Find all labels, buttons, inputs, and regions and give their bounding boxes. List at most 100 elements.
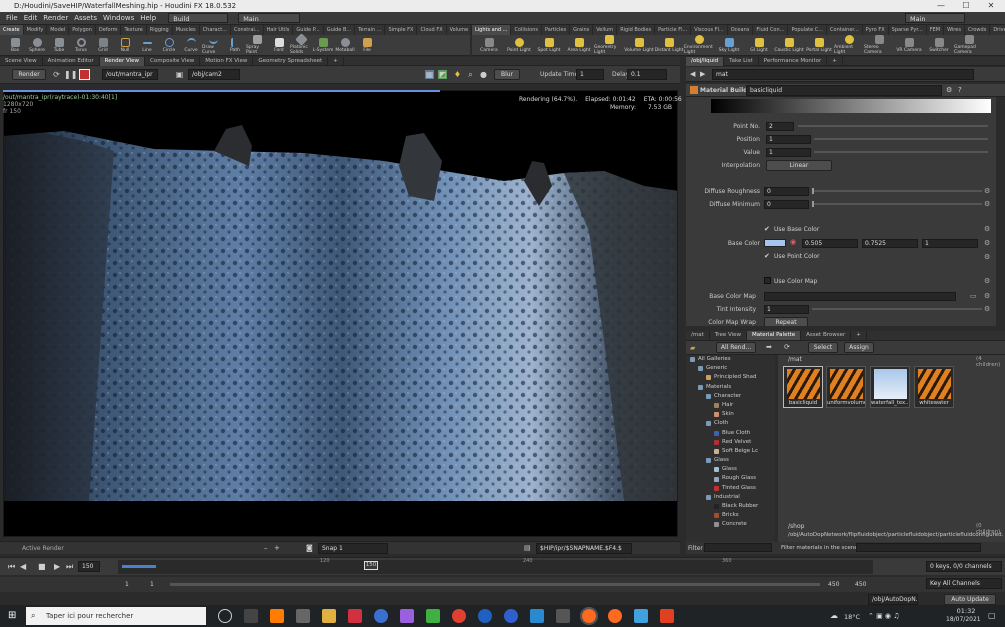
app-icon[interactable] bbox=[634, 609, 648, 623]
auto-update-button[interactable]: Auto Update bbox=[944, 594, 996, 605]
update-time-field[interactable]: 1 bbox=[576, 69, 604, 80]
gear-icon[interactable]: ⚙ bbox=[984, 200, 990, 208]
param-interpolation-dropdown[interactable]: Linear bbox=[766, 160, 832, 171]
shelf-tab[interactable]: Collisions bbox=[511, 25, 542, 35]
delay-field[interactable]: 0.1 bbox=[627, 69, 667, 80]
gear-icon[interactable]: ⚙ bbox=[984, 305, 990, 313]
zoom-icon[interactable]: ⌕ bbox=[466, 70, 475, 79]
shelf-tab[interactable]: Modify bbox=[24, 25, 48, 35]
shelf-tab[interactable]: Rigging bbox=[147, 25, 173, 35]
add-tab-button[interactable]: + bbox=[827, 56, 843, 66]
shelf-tab[interactable]: Terrain ... bbox=[355, 25, 386, 35]
arrow-right-icon[interactable]: ➡ bbox=[766, 343, 772, 351]
materials-filter-input[interactable] bbox=[856, 543, 981, 552]
tool-path[interactable]: Path bbox=[224, 37, 246, 53]
snap-field[interactable]: Snap 1 bbox=[318, 543, 388, 554]
shelf-tab[interactable]: Pyro FX bbox=[863, 25, 889, 35]
shelf-tab[interactable]: Populate C... bbox=[788, 25, 828, 35]
render-viewport[interactable] bbox=[3, 90, 678, 537]
gear-icon[interactable]: ⚙ bbox=[984, 253, 990, 261]
tree-item[interactable]: Soft Beige Lc bbox=[686, 447, 775, 456]
tool-volume-light[interactable]: Volume Light bbox=[624, 37, 654, 53]
shelf-tab[interactable]: FEM bbox=[927, 25, 945, 35]
add-tab-button[interactable]: + bbox=[328, 56, 344, 66]
param-diffuse-roughness[interactable]: 0 bbox=[764, 187, 809, 196]
shelf-tab[interactable]: Particles bbox=[542, 25, 571, 35]
shelf-tab[interactable]: Lights and ... bbox=[472, 25, 512, 35]
shelf-tab[interactable]: Guide P... bbox=[293, 25, 324, 35]
base-color-swatch[interactable] bbox=[764, 239, 786, 247]
file-explorer-icon[interactable] bbox=[322, 609, 336, 623]
app-icon[interactable] bbox=[478, 609, 492, 623]
playhead[interactable]: 150 bbox=[364, 561, 378, 570]
param-diffuse-roughness-slider[interactable] bbox=[812, 188, 982, 194]
shelf-tab[interactable]: Create bbox=[0, 25, 24, 35]
tab-tree-view[interactable]: Tree View bbox=[710, 331, 748, 340]
key-all-channels-button[interactable]: Key All Channels bbox=[926, 578, 1002, 589]
tool-sky-light[interactable]: Sky Light bbox=[714, 37, 744, 53]
param-tint-intensity[interactable]: 1 bbox=[764, 305, 809, 314]
stop-icon[interactable]: ■ bbox=[38, 562, 46, 571]
tree-filter-input[interactable] bbox=[704, 543, 772, 552]
tool-geometry-light[interactable]: Geometry Light bbox=[594, 35, 624, 55]
tree-item[interactable]: Generic bbox=[686, 364, 775, 373]
tab-performance-monitor[interactable]: Performance Monitor bbox=[759, 56, 828, 66]
tree-item[interactable]: Black Rubber bbox=[686, 502, 775, 511]
material-thumb-uniformvolume[interactable]: uniformvolume bbox=[826, 366, 866, 408]
tool-metaball[interactable]: Metaball bbox=[334, 37, 356, 53]
tool-gamepad-camera[interactable]: Gamepad Camera bbox=[954, 35, 984, 55]
tool-gi-light[interactable]: GI Light bbox=[744, 37, 774, 53]
menu-help[interactable]: Help bbox=[140, 14, 156, 22]
weather-icon[interactable]: ☁ bbox=[830, 611, 838, 620]
forward-icon[interactable]: ▶ bbox=[700, 70, 705, 78]
task-view-icon[interactable] bbox=[218, 609, 232, 623]
tree-item[interactable]: Glass bbox=[686, 456, 775, 465]
main-desktop-dropdown[interactable]: Main bbox=[238, 13, 301, 23]
tab-composite-view[interactable]: Composite View bbox=[145, 56, 201, 66]
shelf-tab[interactable]: Volume bbox=[447, 25, 473, 35]
param-value[interactable]: 1 bbox=[766, 148, 811, 157]
system-tray-icons[interactable]: ⌃ ▣ ◉ ♫ bbox=[868, 612, 900, 620]
tab-scene-view[interactable]: Scene View bbox=[0, 56, 43, 66]
maximize-button[interactable]: ☐ bbox=[953, 0, 979, 12]
tool-null[interactable]: Null bbox=[114, 37, 136, 53]
camera-path-field[interactable]: /obj/cam2 bbox=[188, 69, 240, 80]
select-button[interactable]: Select bbox=[808, 342, 838, 353]
app-icon[interactable] bbox=[348, 609, 362, 623]
param-base-color-b[interactable]: 1 bbox=[922, 239, 978, 248]
gear-icon[interactable]: ⚙ bbox=[984, 187, 990, 195]
tree-item[interactable]: Hair bbox=[686, 401, 775, 410]
param-tint-intensity-slider[interactable] bbox=[812, 308, 982, 310]
shelf-tab[interactable]: Hair Utils bbox=[264, 25, 294, 35]
tool-tube[interactable]: Tube bbox=[48, 37, 70, 53]
render-button[interactable]: Render bbox=[12, 69, 46, 80]
param-diffuse-minimum[interactable]: 0 bbox=[764, 200, 809, 209]
tool-switcher[interactable]: Switcher bbox=[924, 37, 954, 53]
refresh-icon[interactable]: ⟳ bbox=[784, 343, 790, 351]
tool-environment-light[interactable]: Environment Light bbox=[684, 35, 714, 55]
shelf-tab[interactable]: Polygon bbox=[69, 25, 96, 35]
param-base-color-g[interactable]: 0.7525 bbox=[862, 239, 918, 248]
tab-render-view[interactable]: Render View bbox=[99, 56, 146, 66]
camera-icon[interactable]: ▣ bbox=[175, 70, 184, 79]
clock-date[interactable]: 18/07/2021 bbox=[946, 616, 981, 623]
notifications-icon[interactable]: ▢ bbox=[988, 611, 996, 620]
shelf-tab[interactable]: Particle Fl... bbox=[655, 25, 692, 35]
tab-take-list[interactable]: Take List bbox=[724, 56, 759, 66]
param-diffuse-minimum-slider[interactable] bbox=[812, 201, 982, 207]
tool-file[interactable]: File bbox=[356, 37, 378, 53]
tool-torus[interactable]: Torus bbox=[70, 37, 92, 53]
shelf-tab[interactable]: Viscous Fl... bbox=[691, 25, 728, 35]
region-icon[interactable]: ▦ bbox=[425, 70, 434, 79]
gear-icon[interactable]: ⚙ bbox=[984, 225, 990, 233]
desktop-icon[interactable] bbox=[244, 609, 258, 623]
tool-l-system[interactable]: L-System bbox=[312, 37, 334, 53]
app-icon[interactable] bbox=[374, 609, 388, 623]
shelf-tab[interactable]: Guide B... bbox=[324, 25, 356, 35]
tree-item[interactable]: Cloth bbox=[686, 419, 775, 428]
tree-item[interactable]: Glass bbox=[686, 465, 775, 474]
illustrator-icon[interactable] bbox=[270, 609, 284, 623]
shelf-tab[interactable]: Constrai... bbox=[231, 25, 264, 35]
snapshot-icon[interactable]: ● bbox=[479, 70, 488, 79]
tree-item[interactable]: Bricks bbox=[686, 511, 775, 520]
